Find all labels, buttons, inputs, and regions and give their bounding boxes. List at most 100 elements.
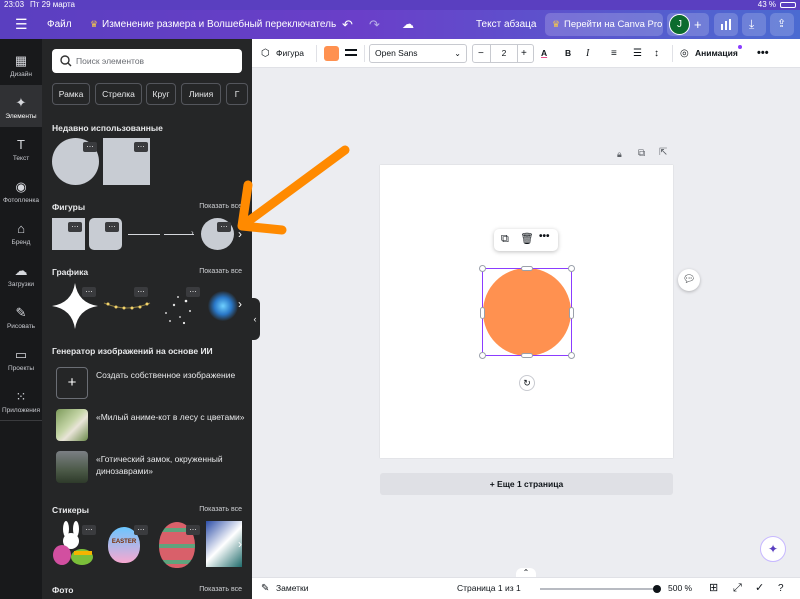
chip-frame[interactable]: Рамка [52, 83, 90, 105]
more-options-icon[interactable]: … [82, 286, 96, 297]
increase-icon[interactable]: + [521, 45, 527, 62]
sticker-geometric[interactable] [206, 521, 242, 567]
more-options-icon[interactable]: … [83, 141, 97, 152]
more-options-icon[interactable]: … [68, 221, 82, 232]
document-title[interactable]: Изменение размера и Волшебный переключат… [102, 10, 336, 39]
menu-icon[interactable]: ☰ [15, 10, 28, 39]
graphic-glow[interactable] [208, 291, 238, 321]
italic-icon[interactable]: I [586, 44, 589, 63]
avatar[interactable]: J [669, 14, 690, 35]
text-color-icon[interactable]: A [541, 44, 547, 63]
line-spacing-icon[interactable]: ↕ [654, 44, 659, 63]
more-options-icon[interactable]: ••• [757, 44, 769, 63]
scroll-right-icon[interactable]: › [238, 537, 242, 551]
magic-assistant-icon[interactable]: ✦ [760, 536, 786, 562]
ai-create-own[interactable]: + Создать собственное изображение [52, 366, 242, 400]
rail-item-apps[interactable]: ⁙ Приложения [0, 379, 42, 421]
font-size-stepper[interactable]: − 2 + [472, 44, 534, 63]
element-context-menu: ⧉ 🗑︎ ••• [494, 229, 558, 251]
more-options-icon[interactable]: … [134, 524, 148, 535]
upgrade-button[interactable]: ♛ Перейти на Canva Pro [545, 13, 663, 36]
ai-prompt-cat[interactable]: «Милый аниме-кот в лесу с цветами» [52, 408, 245, 442]
more-options-icon[interactable]: … [186, 286, 200, 297]
shape-line[interactable] [128, 234, 160, 235]
shape-arrow-line[interactable] [164, 234, 194, 235]
rail-item-uploads[interactable]: ☁ Загрузки [0, 253, 42, 295]
shape-type-button[interactable]: Фигура [276, 44, 304, 63]
more-options-icon[interactable]: … [134, 141, 148, 152]
trash-icon[interactable]: 🗑︎ [520, 232, 534, 245]
resize-handle[interactable] [568, 352, 575, 359]
camera-icon: ◉ [15, 179, 27, 194]
zoom-level[interactable]: 500 % [668, 578, 692, 599]
lock-icon[interactable]: 🔒︎ [617, 149, 622, 160]
help-icon[interactable]: ? [778, 578, 784, 599]
animation-button[interactable]: Анимация [695, 44, 738, 63]
rail-item-projects[interactable]: ▭ Проекты [0, 337, 42, 379]
search-input[interactable]: Поиск элементов [52, 49, 242, 73]
cloud-sync-icon[interactable]: ☁ [402, 10, 414, 39]
more-options-icon[interactable]: … [82, 524, 96, 535]
download-button[interactable]: ⤓ [742, 13, 766, 36]
rail-label: Проекты [7, 365, 35, 372]
chip-circle[interactable]: Круг [146, 83, 176, 105]
rail-item-camera-roll[interactable]: ◉ Фотопленка [0, 169, 42, 211]
font-size-value[interactable]: 2 [491, 45, 517, 62]
resize-handle[interactable] [479, 265, 486, 272]
fill-color-swatch[interactable] [324, 46, 339, 61]
share-group[interactable]: J + [667, 13, 709, 36]
graphics-show-all[interactable]: Показать все [199, 268, 242, 275]
rail-item-elements[interactable]: ✦ Элементы [0, 85, 42, 127]
comment-icon[interactable]: 💬︎ [678, 269, 700, 291]
insights-button[interactable] [714, 13, 738, 36]
scroll-right-icon[interactable]: › [238, 297, 242, 311]
resize-handle[interactable] [479, 352, 486, 359]
align-center-icon[interactable]: ≡ [611, 44, 617, 63]
photos-show-all[interactable]: Показать все [199, 586, 242, 593]
add-page-button[interactable]: + Еще 1 страница [380, 473, 673, 495]
more-options-icon[interactable]: ••• [539, 231, 550, 242]
rail-item-text[interactable]: T Текст [0, 127, 42, 169]
text-style-label[interactable]: Текст абзаца [476, 10, 536, 39]
zoom-slider[interactable] [540, 585, 661, 593]
page-indicator[interactable]: Страница 1 из 1 [457, 578, 521, 599]
bold-icon[interactable]: B [565, 44, 571, 63]
more-options-icon[interactable]: … [134, 286, 148, 297]
collapse-panel-handle[interactable]: ‹ [250, 298, 260, 340]
resize-handle[interactable] [569, 307, 574, 319]
check-circle-icon[interactable]: ✓ [755, 578, 764, 599]
list-icon[interactable]: ☰ [633, 44, 642, 63]
stickers-show-all[interactable]: Показать все [199, 506, 242, 513]
status-date: Пт 29 марта [30, 0, 76, 9]
ai-prompt-castle[interactable]: «Готический замок, окруженный динозаврам… [52, 450, 242, 484]
resize-handle[interactable] [521, 266, 533, 271]
chip-arrow[interactable]: Стрелка [95, 83, 142, 105]
more-options-icon[interactable]: … [186, 524, 200, 535]
decrease-icon[interactable]: − [478, 45, 484, 62]
resize-handle[interactable] [480, 307, 485, 319]
more-options-icon[interactable]: … [105, 221, 119, 232]
rail-item-design[interactable]: ▦ Дизайн [0, 43, 42, 85]
resize-handle[interactable] [568, 265, 575, 272]
duplicate-icon[interactable]: ⧉ [501, 233, 509, 246]
grid-view-icon[interactable]: ⊞ [709, 578, 718, 599]
rotate-handle-icon[interactable]: ↻ [519, 375, 535, 391]
redo-icon[interactable]: ↷ [369, 10, 380, 39]
duplicate-page-icon[interactable]: ⧉ [638, 148, 645, 159]
share-button[interactable]: ⇪ [770, 13, 794, 36]
fullscreen-icon[interactable]: ⤢ [733, 578, 742, 599]
chip-more[interactable]: Г [226, 83, 248, 105]
add-page-icon[interactable]: ⇱ [659, 147, 667, 158]
selection-box[interactable] [479, 265, 575, 359]
border-style-icon[interactable] [345, 47, 357, 60]
chip-line[interactable]: Линия [181, 83, 221, 105]
add-collaborator-icon[interactable]: + [694, 13, 702, 36]
font-family-select[interactable]: Open Sans ⌄ [369, 44, 467, 63]
file-menu[interactable]: Файл [47, 10, 72, 39]
undo-icon[interactable]: ↶ [342, 10, 353, 39]
rail-item-draw[interactable]: ✎ Рисовать [0, 295, 42, 337]
rail-item-brand[interactable]: ⌂ Бренд [0, 211, 42, 253]
zoom-slider-thumb[interactable] [653, 585, 661, 593]
notes-button[interactable]: Заметки [276, 578, 309, 599]
resize-handle[interactable] [521, 353, 533, 358]
